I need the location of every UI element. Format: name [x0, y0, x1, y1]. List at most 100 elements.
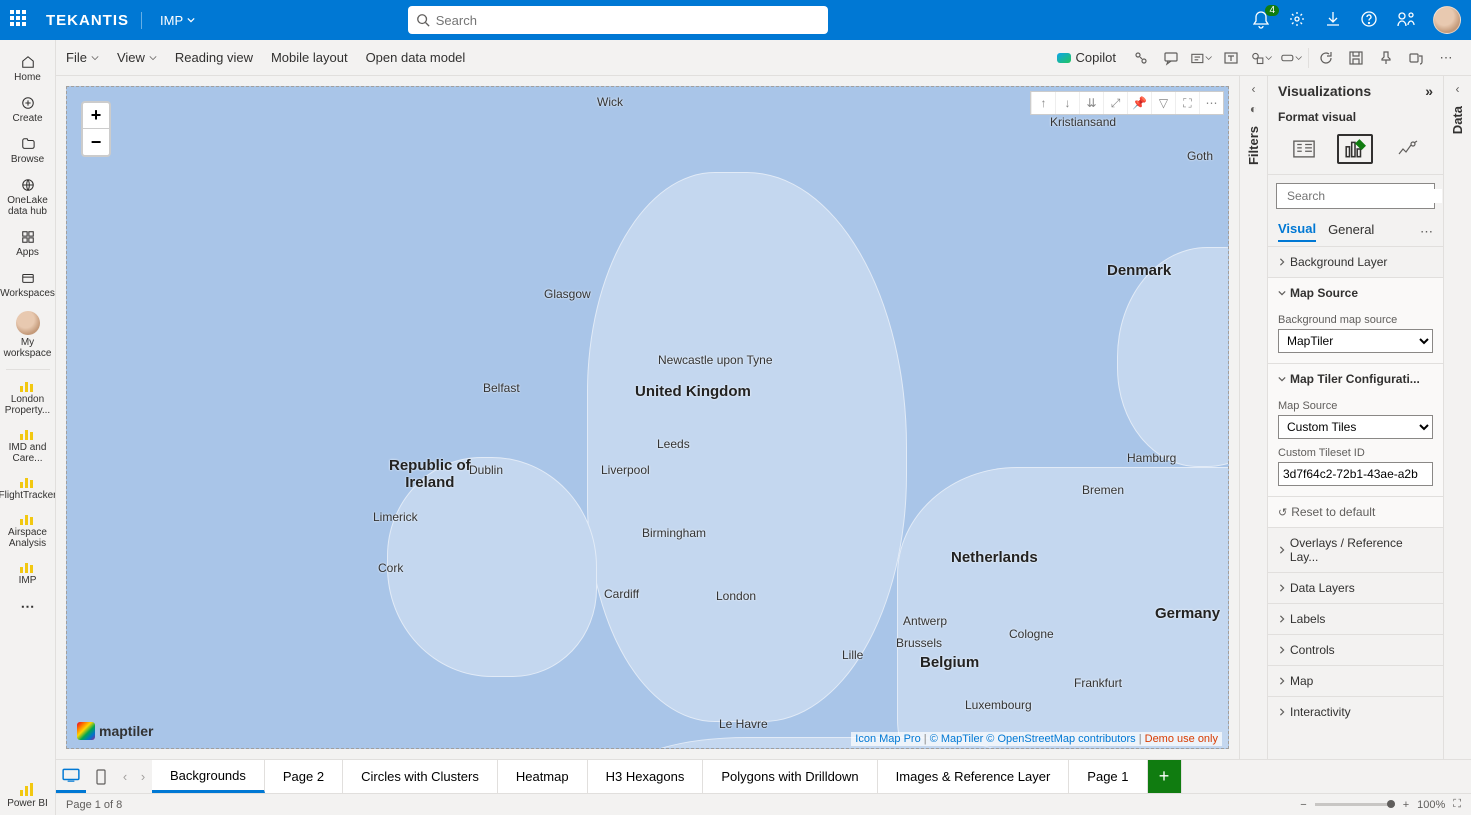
- nav-my-workspace[interactable]: My workspace: [0, 305, 55, 365]
- desktop-layout-mode[interactable]: [56, 760, 86, 793]
- comment-icon[interactable]: [1160, 47, 1182, 69]
- nav-workspaces[interactable]: Workspaces: [0, 264, 55, 305]
- filter-icon[interactable]: ▽: [1151, 92, 1175, 114]
- user-avatar[interactable]: [1433, 6, 1461, 34]
- powerbi-icon: [20, 784, 36, 796]
- teams-icon[interactable]: [1405, 47, 1427, 69]
- save-icon[interactable]: [1345, 47, 1367, 69]
- drill-down-icon[interactable]: ↓: [1055, 92, 1079, 114]
- format-section[interactable]: Map: [1268, 665, 1443, 696]
- tileset-id-input[interactable]: [1278, 462, 1433, 486]
- zoom-out-button[interactable]: −: [83, 129, 109, 155]
- global-search[interactable]: [408, 6, 828, 34]
- visual-more-icon[interactable]: ⋯: [1199, 92, 1223, 114]
- zoom-slider[interactable]: [1315, 803, 1395, 806]
- format-section[interactable]: Overlays / Reference Lay...: [1268, 527, 1443, 572]
- format-search-input[interactable]: [1287, 189, 1442, 203]
- subscribe-icon[interactable]: [1190, 47, 1212, 69]
- refresh-icon[interactable]: [1315, 47, 1337, 69]
- textbox-icon[interactable]: [1220, 47, 1242, 69]
- page-tab[interactable]: H3 Hexagons: [588, 760, 704, 793]
- nav-browse[interactable]: Browse: [0, 130, 55, 171]
- page-tab[interactable]: Page 2: [265, 760, 343, 793]
- page-tab[interactable]: Images & Reference Layer: [878, 760, 1070, 793]
- build-visual-mode[interactable]: [1286, 134, 1322, 164]
- nav-powerbi[interactable]: Power BI: [0, 778, 55, 815]
- tabs-scroll-right[interactable]: ›: [134, 760, 152, 793]
- tabs-more-icon[interactable]: ⋯: [1420, 224, 1433, 240]
- menu-mobile-layout[interactable]: Mobile layout: [271, 50, 348, 65]
- menu-open-data-model[interactable]: Open data model: [366, 50, 466, 65]
- add-page-button[interactable]: +: [1148, 760, 1182, 793]
- app-launcher-icon[interactable]: [10, 10, 30, 30]
- format-section[interactable]: Controls: [1268, 634, 1443, 665]
- visual-header-toolbar: ↑ ↓ ⇊ ⤢ 📌 ▽ ⛶ ⋯: [1030, 91, 1224, 115]
- menu-reading-view[interactable]: Reading view: [175, 50, 253, 65]
- explore-icon[interactable]: [1130, 47, 1152, 69]
- reset-to-default[interactable]: ↺ Reset to default: [1268, 496, 1443, 527]
- format-section[interactable]: Interactivity: [1268, 696, 1443, 727]
- search-input[interactable]: [436, 13, 820, 28]
- format-section[interactable]: Data Layers: [1268, 572, 1443, 603]
- nav-report-0[interactable]: London Property...: [0, 374, 55, 422]
- nav-create[interactable]: Create: [0, 89, 55, 130]
- trial-icon[interactable]: [1397, 11, 1415, 29]
- zoom-in-button[interactable]: +: [83, 103, 109, 129]
- nav-report-3[interactable]: Airspace Analysis: [0, 507, 55, 555]
- download-icon[interactable]: [1325, 11, 1343, 29]
- page-tab[interactable]: Backgrounds: [152, 760, 265, 793]
- zoom-in-btn[interactable]: +: [1403, 799, 1409, 811]
- tab-general[interactable]: General: [1328, 222, 1374, 241]
- nav-report-1[interactable]: IMD and Care...: [0, 422, 55, 470]
- notifications-icon[interactable]: 4: [1253, 11, 1271, 29]
- zoom-out-btn[interactable]: −: [1300, 799, 1306, 811]
- section-background-layer[interactable]: Background Layer: [1268, 246, 1443, 277]
- page-tab[interactable]: Polygons with Drilldown: [703, 760, 877, 793]
- nav-home[interactable]: Home: [0, 48, 55, 89]
- browse-icon: [18, 136, 38, 152]
- data-pane-collapsed[interactable]: ‹ Data: [1443, 76, 1471, 759]
- bg-source-select[interactable]: MapTiler: [1278, 329, 1433, 353]
- pin-visual-icon[interactable]: [1375, 47, 1397, 69]
- tiler-source-select[interactable]: Custom Tiles: [1278, 415, 1433, 439]
- collapse-viz-icon[interactable]: »: [1425, 83, 1433, 99]
- focus-icon[interactable]: ⛶: [1175, 92, 1199, 114]
- workspace-dropdown[interactable]: IMP: [160, 13, 195, 28]
- format-search[interactable]: [1276, 183, 1435, 209]
- fit-to-page-icon[interactable]: ⛶: [1453, 798, 1461, 811]
- page-tab[interactable]: Circles with Clusters: [343, 760, 498, 793]
- mobile-layout-mode[interactable]: [86, 760, 116, 793]
- tab-visual[interactable]: Visual: [1278, 221, 1316, 242]
- help-icon[interactable]: [1361, 11, 1379, 29]
- settings-icon[interactable]: [1289, 11, 1307, 29]
- nav-more[interactable]: ⋯: [0, 592, 55, 621]
- drill-mode-icon[interactable]: ⤢: [1103, 92, 1127, 114]
- section-tiler-config[interactable]: Map Tiler Configurati...: [1268, 363, 1443, 394]
- map-visual[interactable]: WickKristiansandGothGlasgowBelfastNewcas…: [66, 86, 1229, 749]
- analytics-mode[interactable]: [1389, 134, 1425, 164]
- section-map-source[interactable]: Map Source: [1268, 277, 1443, 308]
- page-tab[interactable]: Page 1: [1069, 760, 1147, 793]
- map-label: Belfast: [483, 381, 520, 395]
- nav-report-4[interactable]: IMP: [0, 555, 55, 592]
- expand-all-icon[interactable]: ⇊: [1079, 92, 1103, 114]
- format-section[interactable]: Labels: [1268, 603, 1443, 634]
- buttons-icon[interactable]: [1280, 47, 1302, 69]
- copilot-button[interactable]: Copilot: [1056, 50, 1116, 66]
- tabs-scroll-left[interactable]: ‹: [116, 760, 134, 793]
- page-tab[interactable]: Heatmap: [498, 760, 588, 793]
- format-visual-mode[interactable]: [1337, 134, 1373, 164]
- menu-file[interactable]: File: [66, 50, 99, 65]
- drill-up-icon[interactable]: ↑: [1031, 92, 1055, 114]
- shapes-icon[interactable]: [1250, 47, 1272, 69]
- ribbon-more-icon[interactable]: ⋯: [1435, 47, 1457, 69]
- expand-filters-icon[interactable]: ‹: [1252, 82, 1256, 96]
- nav-apps[interactable]: Apps: [0, 223, 55, 264]
- maptiler-icon: [77, 722, 95, 740]
- expand-data-icon[interactable]: ‹: [1456, 82, 1460, 96]
- nav-report-2[interactable]: FlightTracker: [0, 470, 55, 507]
- nav-onelake[interactable]: OneLake data hub: [0, 171, 55, 223]
- menu-view[interactable]: View: [117, 50, 157, 65]
- filters-pane-collapsed[interactable]: ‹ ◐ Filters: [1239, 76, 1267, 759]
- pin-icon[interactable]: 📌: [1127, 92, 1151, 114]
